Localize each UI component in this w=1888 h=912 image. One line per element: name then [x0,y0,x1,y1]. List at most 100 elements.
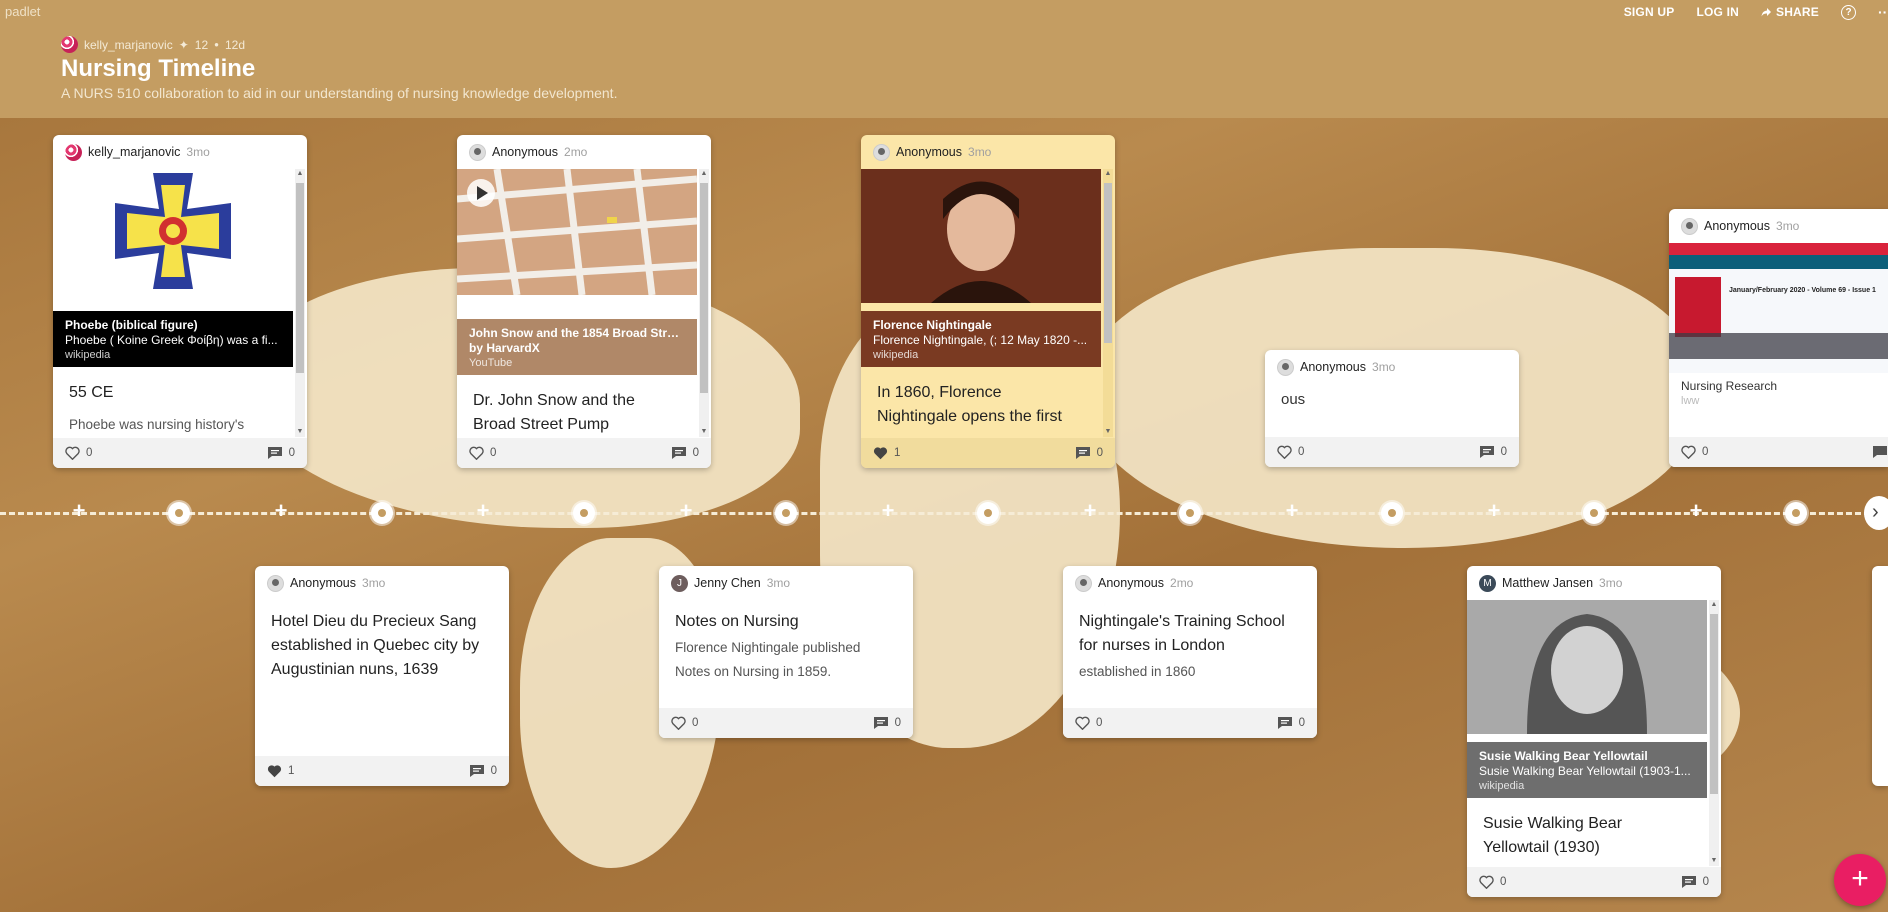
attachment-image[interactable]: January/February 2020 - Volume 69 - Issu… [1669,243,1888,373]
scroll-up-icon[interactable]: ▲ [1103,169,1113,179]
like-button[interactable]: 0 [1277,445,1304,459]
scroll-up-icon[interactable]: ▲ [699,169,709,179]
like-button[interactable]: 1 [267,764,294,778]
link-attachment[interactable]: Florence Nightingale Florence Nightingal… [861,169,1101,367]
post-card[interactable]: Anonymous 3mo January/February 2020 - Vo… [1669,209,1888,467]
attachment-source: wikipedia [65,349,111,361]
post-card[interactable]: Anonymous 2mo Nightingale's Training Sch… [1063,566,1317,738]
scroll-down-icon[interactable]: ▼ [295,427,305,437]
posts-count-icon: ✦ [178,37,189,52]
like-button[interactable]: 0 [1479,875,1506,889]
scroll-down-icon[interactable]: ▼ [1103,427,1113,437]
scroll-up-icon[interactable]: ▲ [295,169,305,179]
post-scrollbar[interactable]: ▲ ▼ [1103,169,1113,437]
comment-button[interactable]: 0 [1075,446,1103,460]
share-button[interactable]: SHARE [1761,5,1819,19]
post-card[interactable]: Anonymous 3mo Florence Nightingale Flore… [861,135,1115,468]
scrollbar-thumb[interactable] [1104,183,1112,343]
timeline-node [977,502,999,524]
comment-button[interactable]: 0 [671,446,699,460]
comment-button[interactable]: 0 [1681,875,1709,889]
header-actions: SIGN UP LOG IN SHARE ? ··· [1624,4,1888,20]
owner-name[interactable]: kelly_marjanovic [84,38,173,52]
like-button[interactable]: 0 [65,446,92,460]
scrollbar-thumb[interactable] [700,183,708,393]
comment-icon [1479,445,1495,459]
post-content: Florence Nightingale Florence Nightingal… [861,169,1101,437]
post-body: Phoebe was nursing history's [69,417,245,432]
comment-icon [1872,445,1888,459]
add-post-plus-icon[interactable]: + [879,500,897,522]
comment-button[interactable]: 0 [1277,716,1305,730]
video-attachment[interactable]: John Snow and the 1854 Broad Stree... by… [457,169,697,375]
scroll-right-button[interactable]: › [1864,496,1888,530]
like-button[interactable]: 0 [1075,716,1102,730]
board-header: padlet SIGN UP LOG IN SHARE ? ··· kelly_… [0,0,1888,118]
post-header: Anonymous 2mo [1063,566,1317,600]
signup-link[interactable]: SIGN UP [1624,5,1675,19]
post-card-partial[interactable] [1872,566,1888,786]
anonymous-avatar-icon [1681,217,1698,235]
link-attachment[interactable]: Phoebe (biblical figure) Phoebe ( Koine … [53,169,293,367]
post-author: Matthew Jansen [1502,576,1594,590]
post-title: Notes on Nursing [675,613,799,630]
like-button[interactable]: 0 [1681,445,1708,459]
scroll-up-icon[interactable]: ▲ [1709,600,1719,610]
comment-count: 0 [692,447,699,459]
more-icon[interactable]: ··· [1878,4,1888,20]
like-button[interactable]: 0 [469,446,496,460]
post-card[interactable]: Anonymous 3mo ous 0 0 [1265,350,1519,467]
like-button[interactable]: 1 [873,446,900,460]
comment-button[interactable]: 0 [469,764,497,778]
add-post-plus-icon[interactable]: + [1485,500,1503,522]
add-post-plus-icon[interactable]: + [272,500,290,522]
help-icon[interactable]: ? [1841,4,1856,20]
comment-button[interactable] [1872,445,1888,459]
add-post-plus-icon[interactable]: + [1081,500,1099,522]
post-card[interactable]: Anonymous 3mo Hotel Dieu du Precieux San… [255,566,509,786]
nightingale-portrait-image [861,169,1101,303]
comment-button[interactable]: 0 [267,446,295,460]
post-card[interactable]: Anonymous 2mo John Snow and the 1854 Bro… [457,135,711,468]
post-content: John Snow and the 1854 Broad Stree... by… [457,169,697,437]
post-scrollbar[interactable]: ▲ ▼ [1709,600,1719,866]
attachment-description: Florence Nightingale, (; 12 May 1820 -..… [873,333,1088,347]
post-header: Anonymous 3mo [255,566,509,600]
post-scrollbar[interactable]: ▲ ▼ [699,169,709,437]
attachment-title: Susie Walking Bear Yellowtail [1479,749,1648,763]
scrollbar-thumb[interactable] [296,183,304,373]
comment-count: 0 [490,765,497,777]
post-header: Anonymous 3mo [1265,350,1519,384]
link-attachment[interactable]: Susie Walking Bear Yellowtail Susie Walk… [1467,600,1707,798]
post-scrollbar[interactable]: ▲ ▼ [295,169,305,437]
attachment-image [457,169,697,296]
timeline-node [1583,502,1605,524]
scroll-down-icon[interactable]: ▼ [699,427,709,437]
add-post-plus-icon[interactable]: + [1687,500,1705,522]
post-time: 3mo [1372,360,1396,374]
post-card[interactable]: M Matthew Jansen 3mo Susie Walking Bear … [1467,566,1721,897]
post-card[interactable]: J Jenny Chen 3mo Notes on Nursing Floren… [659,566,913,738]
post-body: established in 1860 [1079,664,1196,679]
play-icon[interactable] [467,179,495,207]
scrollbar-thumb[interactable] [1710,614,1718,794]
heart-icon [1681,445,1696,459]
like-count: 0 [490,447,497,459]
add-post-plus-icon[interactable]: + [474,500,492,522]
comment-button[interactable]: 0 [1479,445,1507,459]
comment-count: 0 [1702,876,1709,888]
login-link[interactable]: LOG IN [1696,5,1739,19]
add-post-plus-icon[interactable]: + [677,500,695,522]
comment-button[interactable]: 0 [873,716,901,730]
add-post-plus-icon[interactable]: + [70,500,88,522]
anonymous-avatar-icon [267,574,284,592]
padlet-logo[interactable]: padlet [5,4,40,19]
like-count: 1 [894,447,901,459]
scroll-down-icon[interactable]: ▼ [1709,856,1719,866]
post-body: ous [1281,391,1306,408]
like-button[interactable]: 0 [671,716,698,730]
add-post-button[interactable]: + [1834,854,1886,906]
post-card[interactable]: kelly_marjanovic 3mo Phoebe (biblical fi… [53,135,307,468]
add-post-plus-icon[interactable]: + [1283,500,1301,522]
heart-icon [1479,875,1494,889]
